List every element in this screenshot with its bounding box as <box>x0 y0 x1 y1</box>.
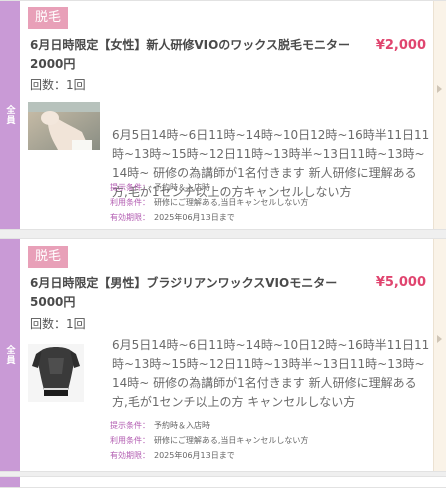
chevron-right-icon <box>437 85 442 93</box>
condition-value: 研修にご理解ある,当日キャンセルしない方 <box>154 436 309 445</box>
condition-value: 2025年06月13日まで <box>154 213 235 222</box>
condition-value: 予約時＆入店時 <box>154 183 210 192</box>
condition-row: 提示条件： 予約時＆入店時 <box>110 419 210 433</box>
coupon-card[interactable]: 全員 脱毛 6月日時限定【女性】新人研修VIOのワックス脱毛モニター2000円 … <box>0 0 446 230</box>
condition-row: 有効期限： 2025年06月13日まで <box>110 449 235 463</box>
condition-label: 利用条件： <box>110 436 150 445</box>
target-tab: 全員 <box>0 1 20 229</box>
condition-label: 有効期限： <box>110 451 150 460</box>
coupon-description: 6月5日14時~6日11時~14時~10日12時~16時半11日11時~13時~… <box>112 338 430 409</box>
target-tab <box>0 477 20 487</box>
condition-value: 予約時＆入店時 <box>154 421 210 430</box>
usage-count: 回数：1回 <box>30 78 86 92</box>
condition-row: 利用条件： 研修にご理解ある,当日キャンセルしない方 <box>110 196 308 210</box>
condition-value: 2025年06月13日まで <box>154 451 235 460</box>
category-badge: 脱毛 <box>28 246 69 268</box>
target-tab: 全員 <box>0 239 20 471</box>
coupon-book-button[interactable] <box>433 239 446 471</box>
condition-label: 利用条件： <box>110 198 150 207</box>
condition-label: 提示条件： <box>110 183 150 192</box>
chevron-right-icon <box>437 335 442 343</box>
coupon-card-next[interactable] <box>0 476 446 488</box>
coupon-title[interactable]: 6月日時限定【女性】新人研修VIOのワックス脱毛モニター2000円 <box>30 36 350 74</box>
coupon-price: ¥5,000 <box>375 275 426 290</box>
salon-photo-icon <box>28 102 100 150</box>
condition-row: 提示条件： 予約時＆入店時 <box>110 181 210 195</box>
coupon-book-button[interactable] <box>433 1 446 229</box>
condition-row: 利用条件： 研修にご理解ある,当日キャンセルしない方 <box>110 434 308 448</box>
usage-count: 回数：1回 <box>30 317 86 331</box>
coupon-card[interactable]: 全員 脱毛 6月日時限定【男性】ブラジリアンワックスVIOモニター5000円 ¥… <box>0 238 446 472</box>
coupon-price: ¥2,000 <box>375 38 426 53</box>
coupon-title[interactable]: 6月日時限定【男性】ブラジリアンワックスVIOモニター5000円 <box>30 274 350 312</box>
condition-label: 提示条件： <box>110 421 150 430</box>
condition-row: 有効期限： 2025年06月13日まで <box>110 211 235 225</box>
condition-label: 有効期限： <box>110 213 150 222</box>
category-badge: 脱毛 <box>28 7 69 29</box>
male-torso-photo-icon <box>28 344 84 402</box>
condition-value: 研修にご理解ある,当日キャンセルしない方 <box>154 198 309 207</box>
